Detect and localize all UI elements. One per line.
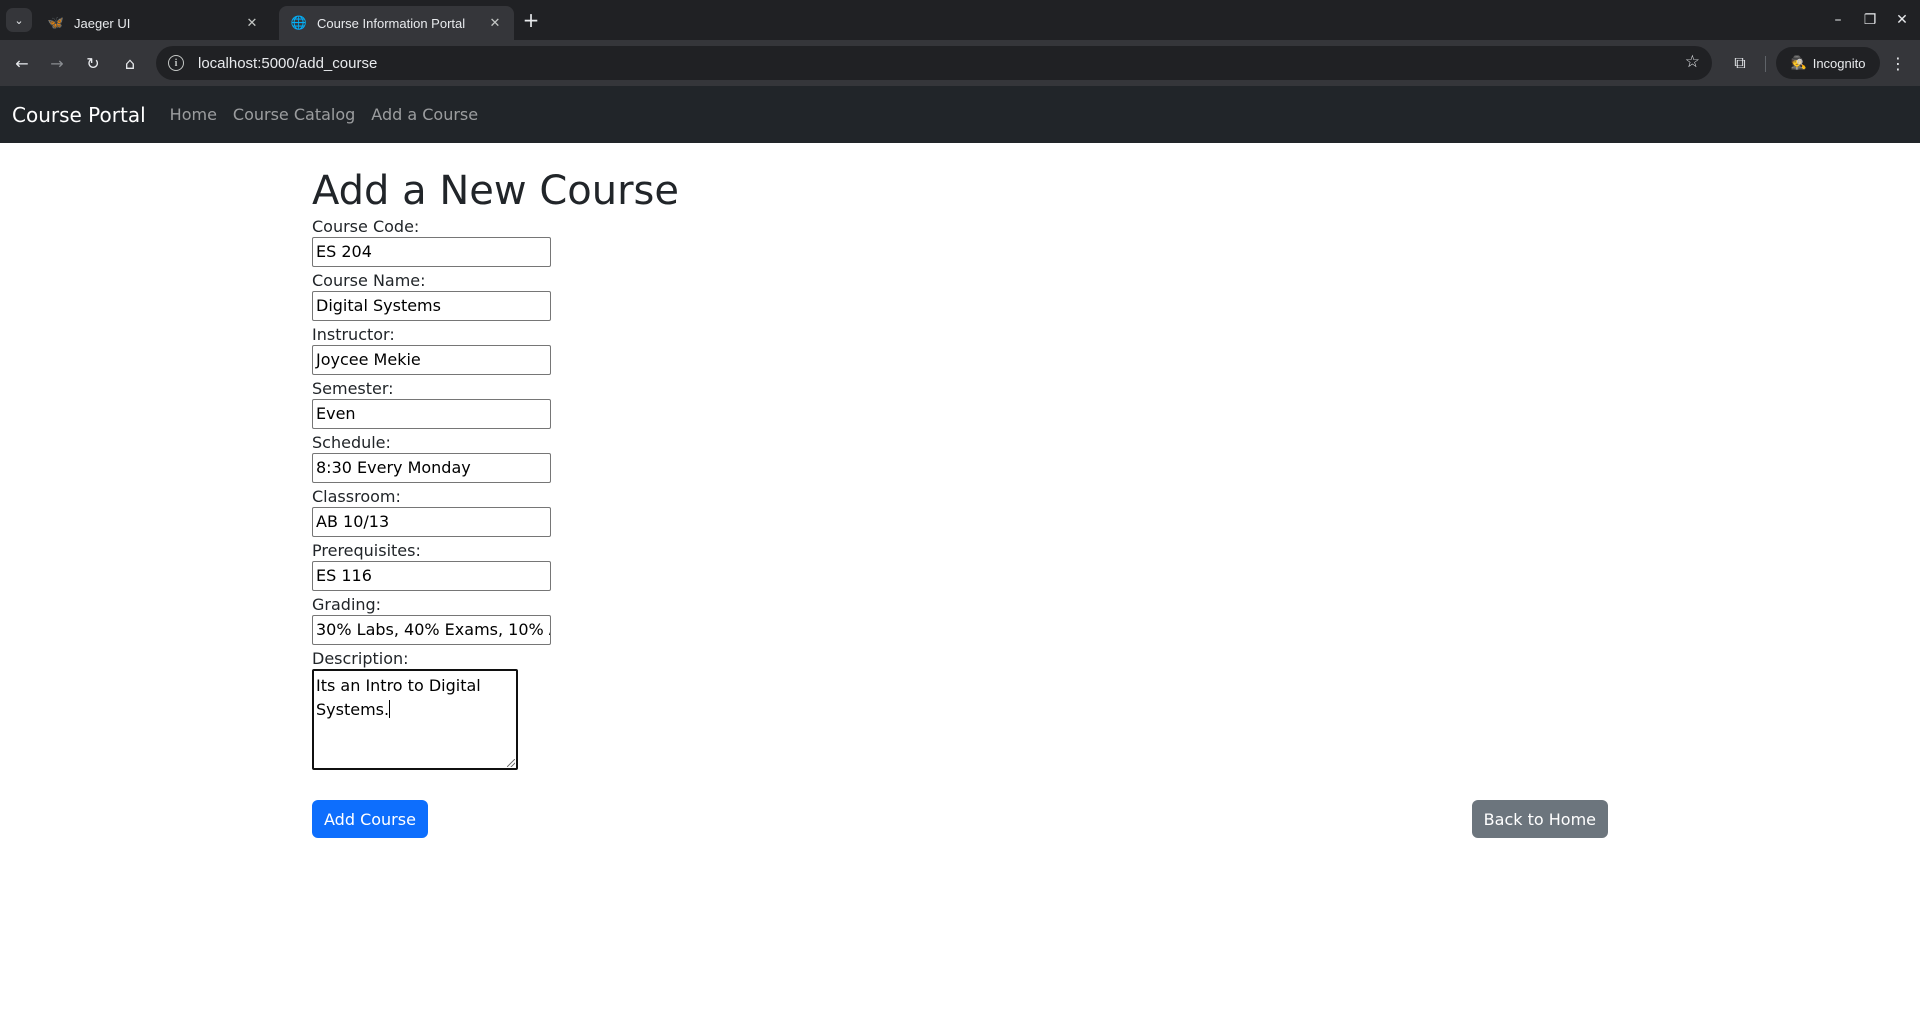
jaeger-gopher-icon: 🦋 [47,15,65,30]
description-textarea[interactable]: Its an Intro to Digital Systems. [312,669,518,770]
close-icon[interactable]: ✕ [486,14,504,32]
browser-tabstrip: ⌄ 🦋 Jaeger UI ✕ 🌐 Course Information Por… [0,0,1920,40]
more-menu-icon[interactable]: ⋮ [1884,49,1912,77]
grading-label: Grading: [312,595,382,614]
course-code-label: Course Code: [312,217,420,236]
site-info-icon[interactable]: i [168,55,184,71]
tab-title: Jaeger UI [74,15,131,31]
incognito-label: Incognito [1812,55,1866,71]
resize-grip-icon[interactable] [507,759,515,767]
schedule-input[interactable]: 8:30 Every Monday [312,453,551,483]
description-label: Description: [312,649,409,668]
semester-input[interactable]: Even [312,399,551,429]
course-name-label: Course Name: [312,271,426,290]
add-course-button[interactable]: Add Course [312,800,428,838]
instructor-input[interactable]: Joycee Mekie [312,345,551,375]
main-content: Add a New Course Course Code: ES 204 Cou… [312,143,1608,838]
classroom-label: Classroom: [312,487,401,506]
globe-icon: 🌐 [290,15,308,30]
new-tab-plus-icon[interactable]: + [518,8,544,32]
extensions-puzzle-icon[interactable]: ⧉ [1726,49,1754,77]
reload-icon[interactable]: ↻ [79,49,107,77]
browser-tab-course-portal[interactable]: 🌐 Course Information Portal ✕ [279,6,514,40]
add-course-form: Course Code: ES 204 Course Name: Digital… [312,217,1608,838]
prerequisites-label: Prerequisites: [312,541,421,560]
instructor-group: Instructor: Joycee Mekie [312,325,1608,375]
description-group: Description: Its an Intro to Digital Sys… [312,649,1608,770]
bookmark-star-icon[interactable]: ☆ [1685,52,1700,72]
form-actions: Add Course Back to Home [312,800,1608,838]
url-text: localhost:5000/add_course [198,54,378,72]
tab-search-chevron-icon[interactable]: ⌄ [6,8,32,32]
navbar-links: Home Course Catalog Add a Course [170,105,478,124]
semester-group: Semester: Even [312,379,1608,429]
schedule-label: Schedule: [312,433,391,452]
forward-arrow-icon[interactable]: → [43,49,71,77]
address-bar[interactable]: i localhost:5000/add_course ☆ [156,46,1712,80]
classroom-input[interactable]: AB 10/13 [312,507,551,537]
instructor-label: Instructor: [312,325,395,344]
window-close-icon[interactable]: ✕ [1888,8,1916,32]
page-title: Add a New Course [312,168,679,214]
home-icon[interactable]: ⌂ [116,49,144,77]
close-icon[interactable]: ✕ [243,14,261,32]
browser-toolbar: ← → ↻ ⌂ i localhost:5000/add_course ☆ ⧉ … [0,40,1920,86]
classroom-group: Classroom: AB 10/13 [312,487,1608,537]
semester-label: Semester: [312,379,394,398]
nav-link-add-course[interactable]: Add a Course [371,105,478,124]
back-arrow-icon[interactable]: ← [8,49,36,77]
text-caret [389,700,391,718]
grading-group: Grading: 30% Labs, 40% Exams, 10% Att [312,595,1608,645]
nav-link-course-catalog[interactable]: Course Catalog [233,105,355,124]
toolbar-divider [1765,56,1766,72]
prerequisites-group: Prerequisites: ES 116 [312,541,1608,591]
site-navbar: Course Portal Home Course Catalog Add a … [0,86,1920,143]
grading-input[interactable]: 30% Labs, 40% Exams, 10% Att [312,615,551,645]
minimize-icon[interactable]: – [1824,8,1852,32]
course-code-group: Course Code: ES 204 [312,217,1608,267]
course-name-input[interactable]: Digital Systems [312,291,551,321]
incognito-badge[interactable]: 🕵 Incognito [1776,47,1880,79]
prerequisites-input[interactable]: ES 116 [312,561,551,591]
course-name-group: Course Name: Digital Systems [312,271,1608,321]
restore-icon[interactable]: ❐ [1856,8,1884,32]
schedule-group: Schedule: 8:30 Every Monday [312,433,1608,483]
back-to-home-button[interactable]: Back to Home [1471,800,1608,838]
tab-title: Course Information Portal [317,15,466,31]
nav-link-home[interactable]: Home [170,105,217,124]
navbar-brand[interactable]: Course Portal [12,103,146,127]
browser-tab-jaeger[interactable]: 🦋 Jaeger UI ✕ [36,6,271,40]
course-code-input[interactable]: ES 204 [312,237,551,267]
description-text: Its an Intro to Digital Systems. [316,676,481,719]
incognito-icon: 🕵 [1790,55,1807,70]
